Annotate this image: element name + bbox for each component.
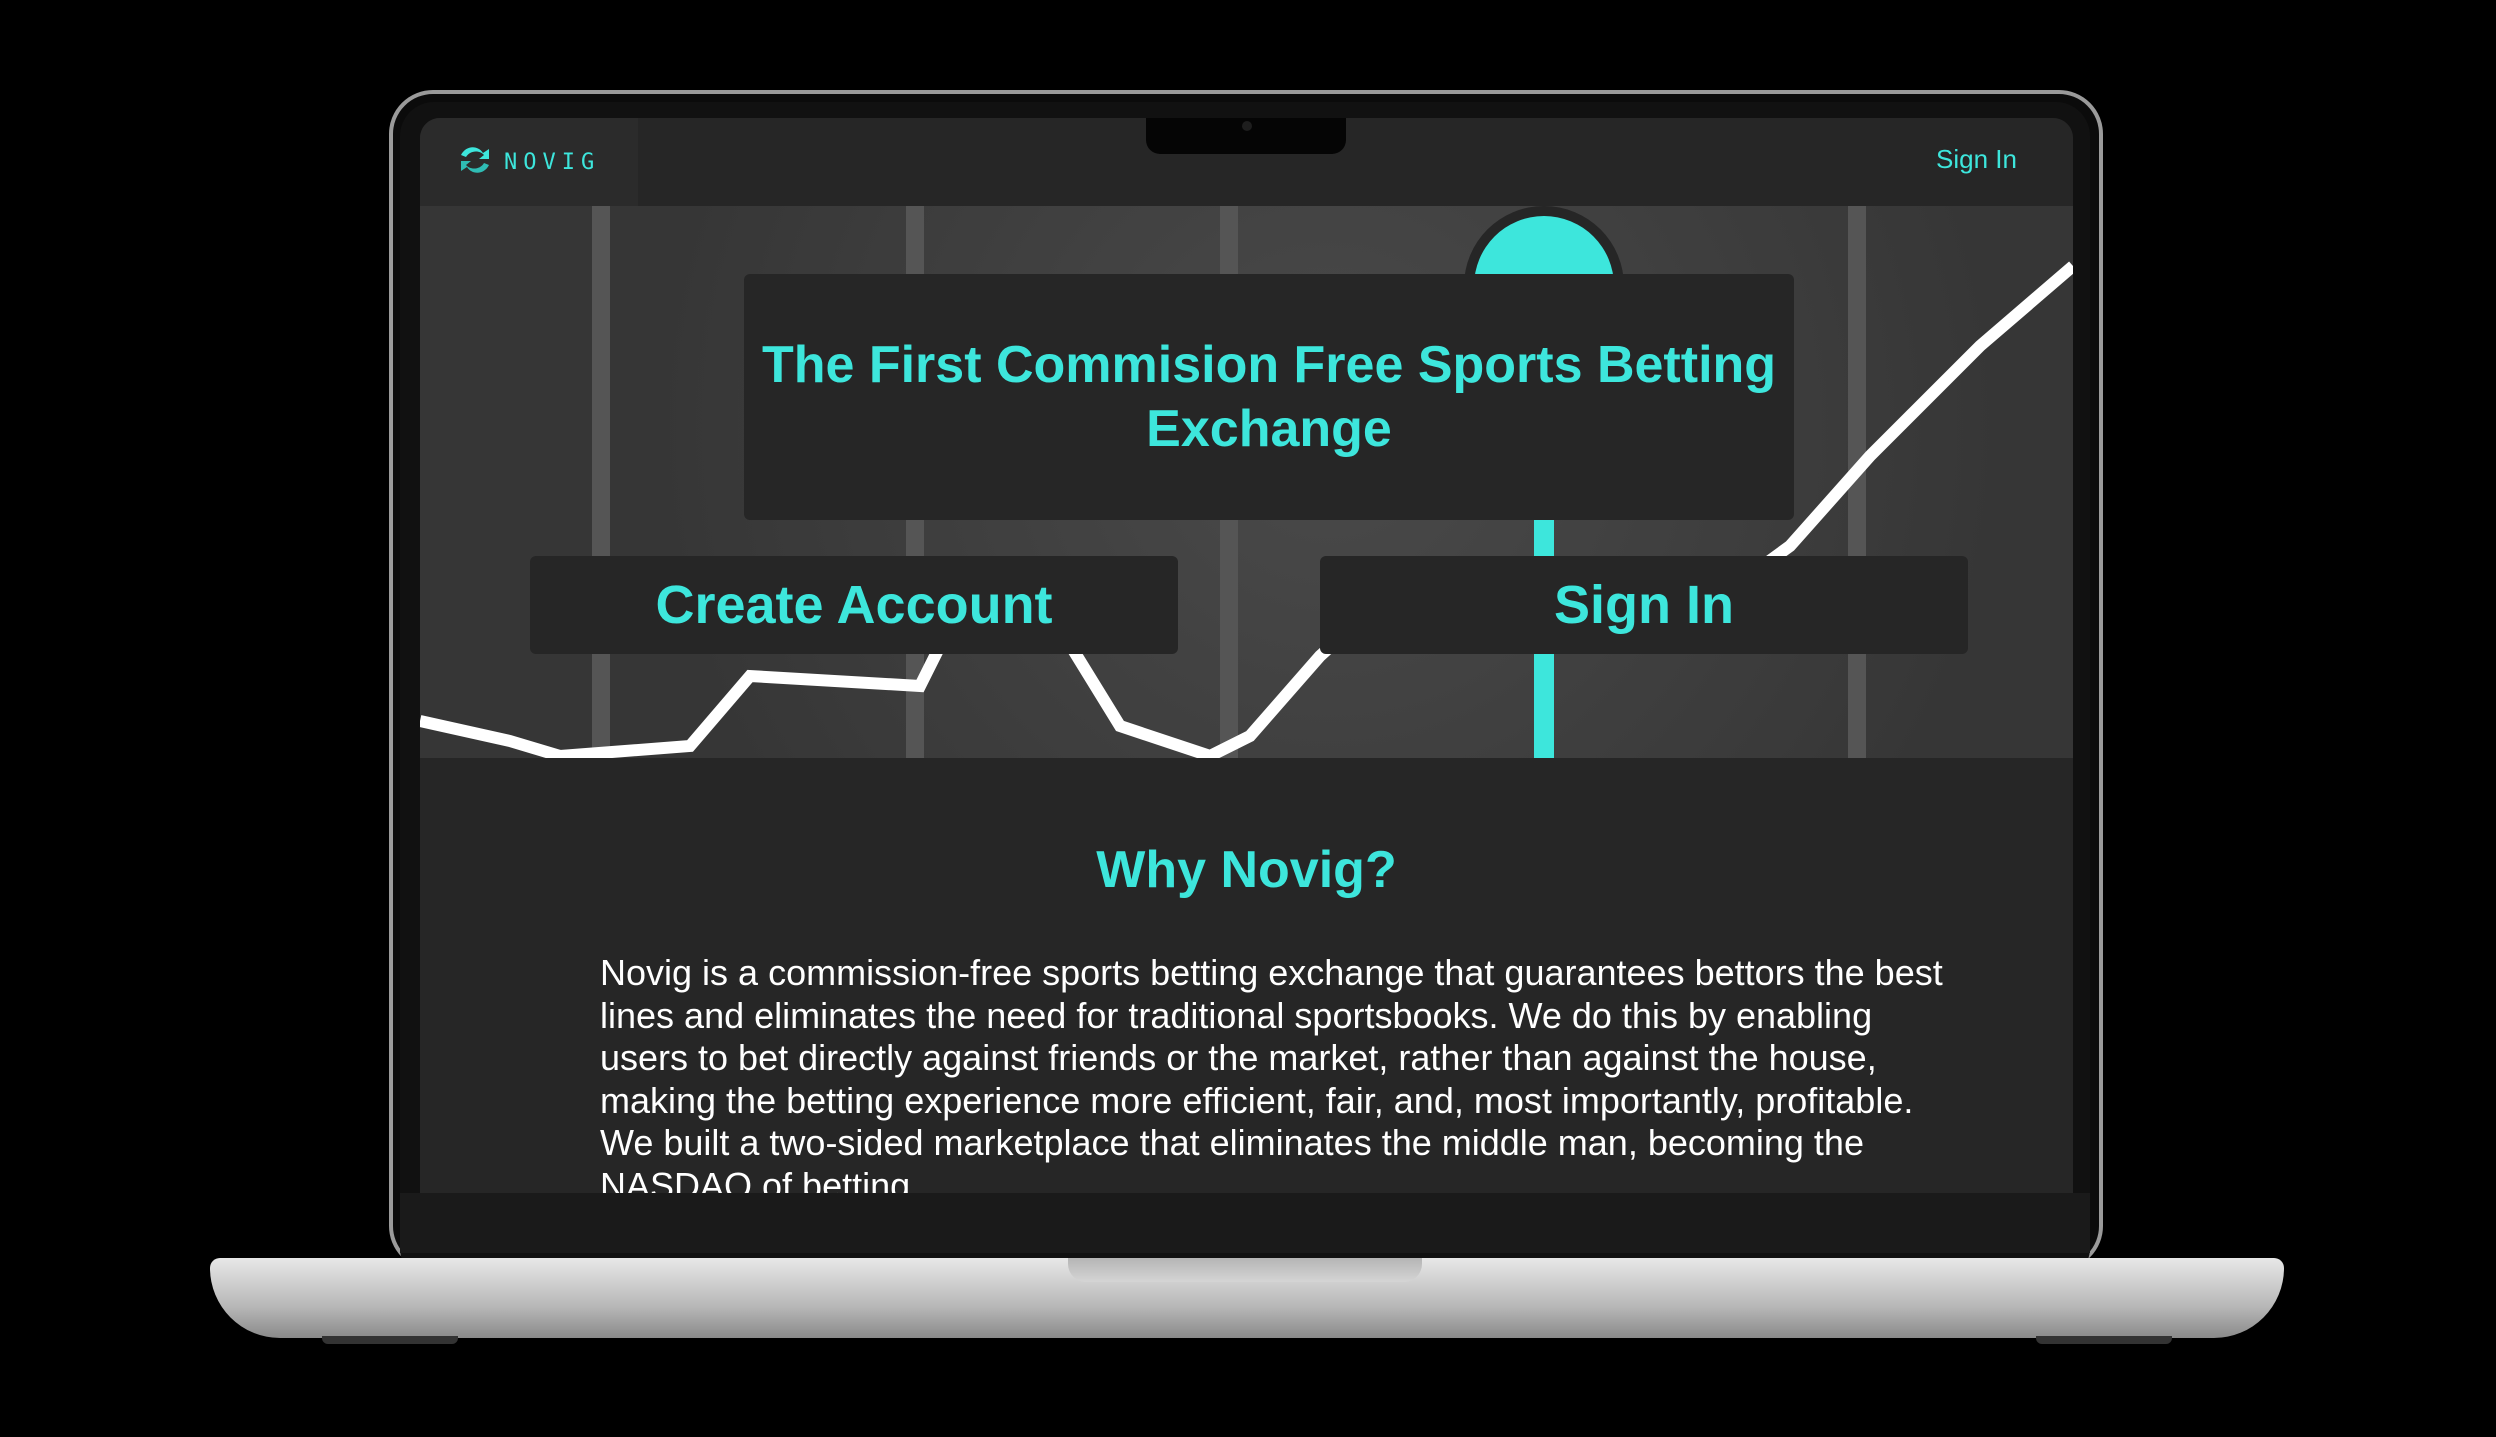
laptop-foot-left	[322, 1336, 458, 1344]
why-section-title: Why Novig?	[1096, 841, 1397, 899]
hero-section: The First Commision Free Sports Betting …	[420, 206, 2073, 758]
create-account-button[interactable]: Create Account	[530, 556, 1178, 654]
brand-name: NOVIG	[504, 149, 601, 175]
novig-logo-icon	[458, 143, 492, 182]
why-section-body: Novig is a commission-free sports bettin…	[600, 952, 1943, 1193]
laptop-foot-right	[2036, 1336, 2172, 1344]
hero-title: The First Commision Free Sports Betting …	[761, 336, 1777, 458]
laptop-base-notch	[1068, 1258, 1422, 1282]
brand[interactable]: NOVIG	[420, 118, 638, 206]
hero-title-box: The First Commision Free Sports Betting …	[744, 274, 1794, 520]
hero-sign-in-button[interactable]: Sign In	[1320, 556, 1968, 654]
laptop-screen: NOVIG Sign In The First Commision Free S…	[420, 118, 2073, 1193]
nav-sign-in-link[interactable]: Sign In	[1936, 144, 2017, 175]
camera-icon	[1242, 121, 1252, 131]
laptop-lower-bezel	[400, 1193, 2090, 1253]
